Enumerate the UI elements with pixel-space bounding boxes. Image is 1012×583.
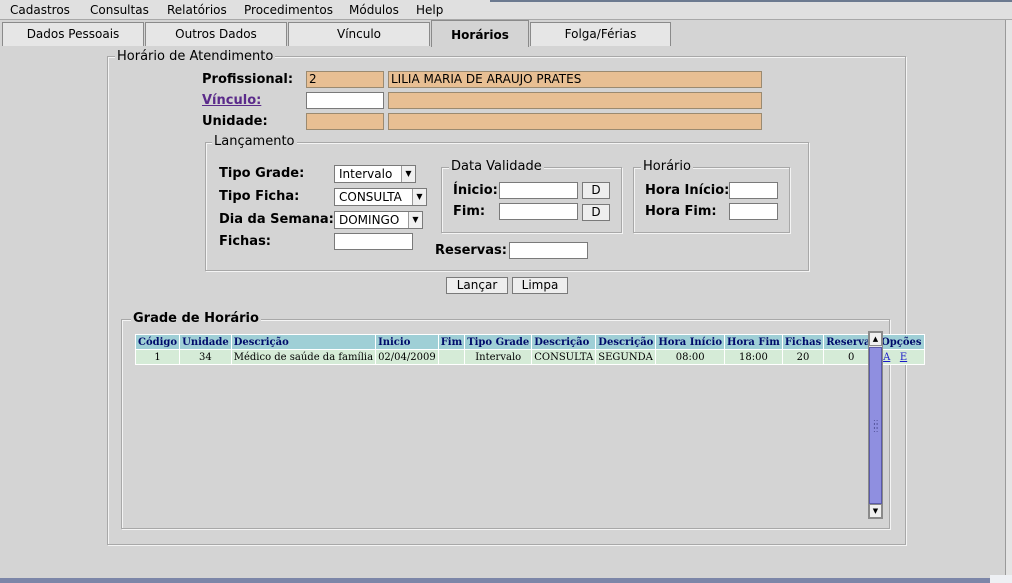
data-validade-legend: Data Validade <box>449 159 544 174</box>
dia-semana-value: DOMINGO <box>339 213 400 227</box>
tipo-ficha-label: Tipo Ficha: <box>219 189 300 204</box>
header-unidade: Unidade <box>179 334 232 350</box>
tab-dados-pessoais[interactable]: Dados Pessoais <box>2 22 144 46</box>
header-hora-inicio: Hora Início <box>655 334 725 350</box>
lancar-button[interactable]: Lançar <box>446 277 508 294</box>
cell-hora-inicio: 08:00 <box>655 349 725 365</box>
tipo-grade-label: Tipo Grade: <box>219 166 305 181</box>
grip-icon: :::::: <box>873 417 879 434</box>
scroll-thumb[interactable]: :::::: <box>869 347 882 504</box>
menu-cadastros[interactable]: Cadastros <box>10 3 70 17</box>
limpa-button[interactable]: Limpa <box>512 277 568 294</box>
tipo-grade-value: Intervalo <box>339 167 393 181</box>
fim-date-button[interactable]: D <box>582 204 610 221</box>
dia-semana-label: Dia da Semana: <box>219 212 334 227</box>
hora-fim-input[interactable] <box>729 203 778 220</box>
header-descricao-ficha: Descrição <box>531 334 597 350</box>
tab-vinculo[interactable]: Vínculo <box>288 22 430 46</box>
cell-fichas: 20 <box>781 349 825 365</box>
grade-scrollbar[interactable]: ▲ :::::: ▼ <box>868 331 883 519</box>
fichas-input[interactable] <box>334 233 413 250</box>
profissional-name-field: LILIA MARIA DE ARAUJO PRATES <box>388 71 762 88</box>
unidade-desc-field <box>388 113 762 130</box>
alterar-link[interactable]: A <box>883 352 890 363</box>
cell-descricao-dia: SEGUNDA <box>595 349 657 365</box>
chevron-down-icon: ▼ <box>412 189 426 205</box>
tab-bar: Dados Pessoais Outros Dados Vínculo Horá… <box>0 20 1012 47</box>
cell-hora-fim: 18:00 <box>724 349 783 365</box>
chevron-down-icon: ▼ <box>408 212 422 228</box>
header-inicio: Inicio <box>375 334 439 350</box>
vinculo-desc-field <box>388 92 762 109</box>
table-row: 1 34 Médico de saúde da família 02/04/20… <box>134 349 925 365</box>
tipo-grade-select[interactable]: Intervalo ▼ <box>334 165 416 183</box>
fichas-label: Fichas: <box>219 234 272 249</box>
window-bottom-edge <box>0 578 1012 583</box>
scroll-down-arrow-icon[interactable]: ▼ <box>869 504 882 518</box>
menu-modulos[interactable]: Módulos <box>349 3 399 17</box>
tipo-ficha-select[interactable]: CONSULTA ▼ <box>334 188 427 206</box>
menu-bar: Cadastros Consultas Relatórios Procedime… <box>0 0 1012 20</box>
window-corner <box>990 575 1012 583</box>
vinculo-link[interactable]: Vínculo: <box>202 93 261 108</box>
data-validade-group <box>441 167 622 233</box>
cell-opcoes: A E <box>878 349 925 365</box>
cell-inicio: 02/04/2009 <box>375 349 439 365</box>
grade-table: Código Unidade Descrição Inicio Fim Tipo… <box>134 334 925 365</box>
lancamento-legend: Lançamento <box>212 134 297 149</box>
unidade-label: Unidade: <box>202 114 268 129</box>
cell-tipo-grade: Intervalo <box>464 349 533 365</box>
window-right-edge <box>1005 20 1012 583</box>
tab-outros-dados[interactable]: Outros Dados <box>145 22 287 46</box>
tab-folga-ferias[interactable]: Folga/Férias <box>530 22 671 46</box>
inicio-date-button[interactable]: D <box>582 182 610 199</box>
grade-horario-legend: Grade de Horário <box>131 311 261 326</box>
grade-header-row: Código Unidade Descrição Inicio Fim Tipo… <box>134 334 925 350</box>
menu-help[interactable]: Help <box>416 3 443 17</box>
hora-fim-label: Hora Fim: <box>645 204 717 219</box>
cell-codigo: 1 <box>134 349 181 365</box>
tipo-ficha-value: CONSULTA <box>339 190 402 204</box>
tab-horarios[interactable]: Horários <box>431 20 529 47</box>
unidade-code-field <box>306 113 384 130</box>
hora-inicio-label: Hora Início: <box>645 183 730 198</box>
horario-legend: Horário <box>641 159 693 174</box>
menu-procedimentos[interactable]: Procedimentos <box>244 3 333 17</box>
hora-inicio-input[interactable] <box>729 182 778 199</box>
horario-atendimento-legend: Horário de Atendimento <box>115 49 276 64</box>
vinculo-code-field[interactable] <box>306 92 384 109</box>
excluir-link[interactable]: E <box>900 352 907 363</box>
title-accent-strip <box>490 0 1012 2</box>
chevron-down-icon: ▼ <box>401 166 415 182</box>
reservas-label: Reservas: <box>435 243 507 258</box>
inicio-date-input[interactable] <box>499 182 578 199</box>
header-descricao-dia: Descrição <box>595 334 657 350</box>
header-descricao: Descrição <box>230 334 377 350</box>
dia-semana-select[interactable]: DOMINGO ▼ <box>334 211 423 229</box>
cell-fim <box>437 349 466 365</box>
fim-date-input[interactable] <box>499 203 578 220</box>
header-opcoes: Opções <box>878 334 925 350</box>
menu-relatorios[interactable]: Relatórios <box>167 3 227 17</box>
menu-consultas[interactable]: Consultas <box>90 3 149 17</box>
header-hora-fim: Hora Fim <box>724 334 783 350</box>
fim-label: Fim: <box>453 204 486 219</box>
header-codigo: Código <box>134 334 181 350</box>
header-tipo-grade: Tipo Grade <box>464 334 533 350</box>
profissional-code-field: 2 <box>306 71 384 88</box>
cell-unidade: 34 <box>179 349 232 365</box>
cell-descricao-ficha: CONSULTA <box>531 349 597 365</box>
reservas-input[interactable] <box>509 242 588 259</box>
profissional-label: Profissional: <box>202 72 294 87</box>
inicio-label: Ínicio: <box>453 183 498 198</box>
header-fichas: Fichas <box>781 334 825 350</box>
header-fim: Fim <box>437 334 466 350</box>
horario-group <box>633 167 790 233</box>
cell-descricao: Médico de saúde da família <box>230 349 377 365</box>
scroll-up-arrow-icon[interactable]: ▲ <box>869 332 882 346</box>
